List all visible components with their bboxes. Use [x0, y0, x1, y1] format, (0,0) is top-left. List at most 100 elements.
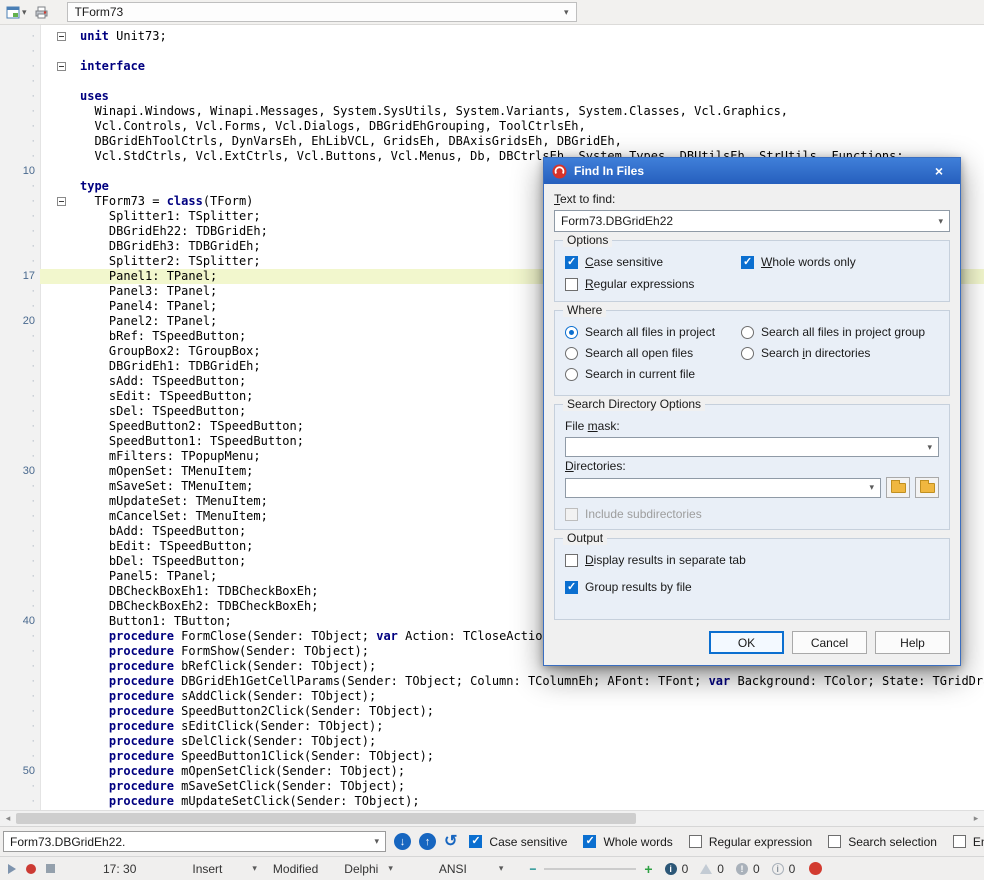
line-number[interactable]: · — [0, 29, 40, 44]
line-number[interactable]: · — [0, 749, 40, 764]
encoding-label[interactable]: ANSI — [439, 862, 467, 876]
group-results-by-file-checkbox[interactable]: Group results by file — [565, 580, 939, 594]
code-line[interactable]: · — [0, 74, 984, 89]
zoom-slider[interactable] — [544, 868, 636, 870]
line-number[interactable]: · — [0, 509, 40, 524]
code-line[interactable]: · procedure sAddClick(Sender: TObject); — [0, 689, 984, 704]
component-selector-combobox[interactable]: TForm73 — [67, 2, 577, 22]
code-line[interactable]: · procedure DBGridEh1GetCellParams(Sende… — [0, 674, 984, 689]
line-number[interactable]: · — [0, 224, 40, 239]
case-sensitive-checkbox[interactable]: Case sensitive — [469, 835, 567, 849]
line-number[interactable]: · — [0, 344, 40, 359]
record-icon[interactable] — [26, 864, 36, 874]
line-number[interactable]: · — [0, 254, 40, 269]
line-number[interactable]: · — [0, 704, 40, 719]
line-number[interactable]: · — [0, 299, 40, 314]
zoom-in-icon[interactable] — [644, 861, 652, 877]
line-number[interactable]: · — [0, 119, 40, 134]
zoom-out-icon[interactable] — [529, 862, 536, 876]
component-selector-chevron-icon[interactable] — [564, 8, 569, 17]
file-mask-combobox[interactable] — [565, 437, 939, 457]
line-number[interactable]: 17 — [0, 269, 40, 284]
line-number[interactable]: · — [0, 644, 40, 659]
line-number[interactable]: 10 — [0, 164, 40, 179]
line-number[interactable]: · — [0, 179, 40, 194]
code-line[interactable]: · Winapi.Windows, Winapi.Messages, Syste… — [0, 104, 984, 119]
code-line[interactable]: 50 procedure mOpenSetClick(Sender: TObje… — [0, 764, 984, 779]
line-number[interactable]: · — [0, 434, 40, 449]
fold-collapse-icon[interactable] — [57, 197, 66, 206]
scroll-right-arrow-icon[interactable] — [968, 811, 984, 826]
code-line[interactable]: ·uses — [0, 89, 984, 104]
line-number[interactable]: · — [0, 539, 40, 554]
code-line[interactable]: · — [0, 44, 984, 59]
line-number[interactable]: · — [0, 104, 40, 119]
code-line[interactable]: · procedure mSaveSetClick(Sender: TObjec… — [0, 779, 984, 794]
line-number[interactable]: · — [0, 449, 40, 464]
line-number[interactable]: · — [0, 404, 40, 419]
insert-mode-chevron-icon[interactable] — [252, 864, 257, 873]
form-view-icon[interactable] — [4, 3, 22, 21]
restore-search-icon[interactable] — [444, 834, 457, 850]
line-number[interactable]: · — [0, 734, 40, 749]
whole-words-checkbox[interactable]: Whole words — [583, 835, 672, 849]
regular-expression-checkbox[interactable]: Regular expression — [689, 835, 812, 849]
browse-directory-list-button[interactable] — [915, 477, 939, 498]
search-in-current-file-radio[interactable]: Search in current file — [565, 367, 741, 381]
whole-words-only-checkbox[interactable]: Whole words only — [741, 255, 939, 269]
line-number[interactable]: · — [0, 209, 40, 224]
search-all-files-in-project-radio[interactable]: Search all files in project — [565, 325, 741, 339]
search-history-chevron-icon[interactable] — [374, 837, 379, 846]
find-previous-icon[interactable] — [419, 833, 436, 850]
line-number[interactable]: · — [0, 599, 40, 614]
close-icon[interactable] — [926, 163, 952, 179]
code-line[interactable]: · Vcl.Controls, Vcl.Forms, Vcl.Dialogs, … — [0, 119, 984, 134]
find-next-icon[interactable] — [394, 833, 411, 850]
line-number[interactable]: · — [0, 59, 40, 74]
fold-collapse-icon[interactable] — [57, 32, 66, 41]
code-line[interactable]: ·interface — [0, 59, 984, 74]
code-line[interactable]: · procedure sDelClick(Sender: TObject); — [0, 734, 984, 749]
line-number[interactable]: · — [0, 149, 40, 164]
syntax-label[interactable]: Delphi — [344, 862, 378, 876]
line-number[interactable]: · — [0, 329, 40, 344]
line-number[interactable]: · — [0, 389, 40, 404]
search-selection-checkbox[interactable]: Search selection — [828, 835, 937, 849]
line-number[interactable]: · — [0, 419, 40, 434]
directories-combobox[interactable] — [565, 478, 881, 498]
line-number[interactable]: · — [0, 689, 40, 704]
line-number[interactable]: · — [0, 359, 40, 374]
entire-scope-checkbox[interactable]: Entire scope — [953, 835, 984, 849]
code-line[interactable]: · procedure SpeedButton1Click(Sender: TO… — [0, 749, 984, 764]
display-results-separate-tab-checkbox[interactable]: Display results in separate tab — [565, 553, 939, 567]
line-number[interactable]: · — [0, 779, 40, 794]
search-in-directories-radio[interactable]: Search in directories — [741, 346, 939, 360]
line-number[interactable]: · — [0, 524, 40, 539]
fold-collapse-icon[interactable] — [57, 62, 66, 71]
line-number[interactable]: · — [0, 89, 40, 104]
scroll-left-arrow-icon[interactable] — [0, 811, 16, 826]
line-number[interactable]: 40 — [0, 614, 40, 629]
line-number[interactable]: · — [0, 719, 40, 734]
line-number[interactable]: · — [0, 629, 40, 644]
search-input[interactable]: Form73.DBGridEh22. — [3, 831, 386, 852]
code-line[interactable]: · DBGridEhToolCtrls, DynVarsEh, EhLibVCL… — [0, 134, 984, 149]
toolbar-chevron-down-icon[interactable] — [22, 8, 27, 17]
line-number[interactable]: · — [0, 554, 40, 569]
code-line[interactable]: · procedure sEditClick(Sender: TObject); — [0, 719, 984, 734]
search-all-files-in-project-group-radio[interactable]: Search all files in project group — [741, 325, 939, 339]
line-number[interactable]: 20 — [0, 314, 40, 329]
line-number[interactable]: 30 — [0, 464, 40, 479]
line-number[interactable]: · — [0, 284, 40, 299]
regular-expressions-checkbox[interactable]: Regular expressions — [565, 277, 741, 291]
search-all-open-files-radio[interactable]: Search all open files — [565, 346, 741, 360]
encoding-chevron-icon[interactable] — [499, 864, 504, 873]
syntax-chevron-icon[interactable] — [388, 864, 393, 873]
print-icon[interactable] — [33, 3, 51, 21]
directories-chevron-icon[interactable] — [869, 483, 874, 492]
code-line[interactable]: · procedure SpeedButton2Click(Sender: TO… — [0, 704, 984, 719]
line-number[interactable]: 50 — [0, 764, 40, 779]
browse-directory-button[interactable] — [886, 477, 910, 498]
horizontal-scrollbar[interactable] — [0, 810, 984, 826]
stop-icon[interactable] — [46, 864, 55, 873]
